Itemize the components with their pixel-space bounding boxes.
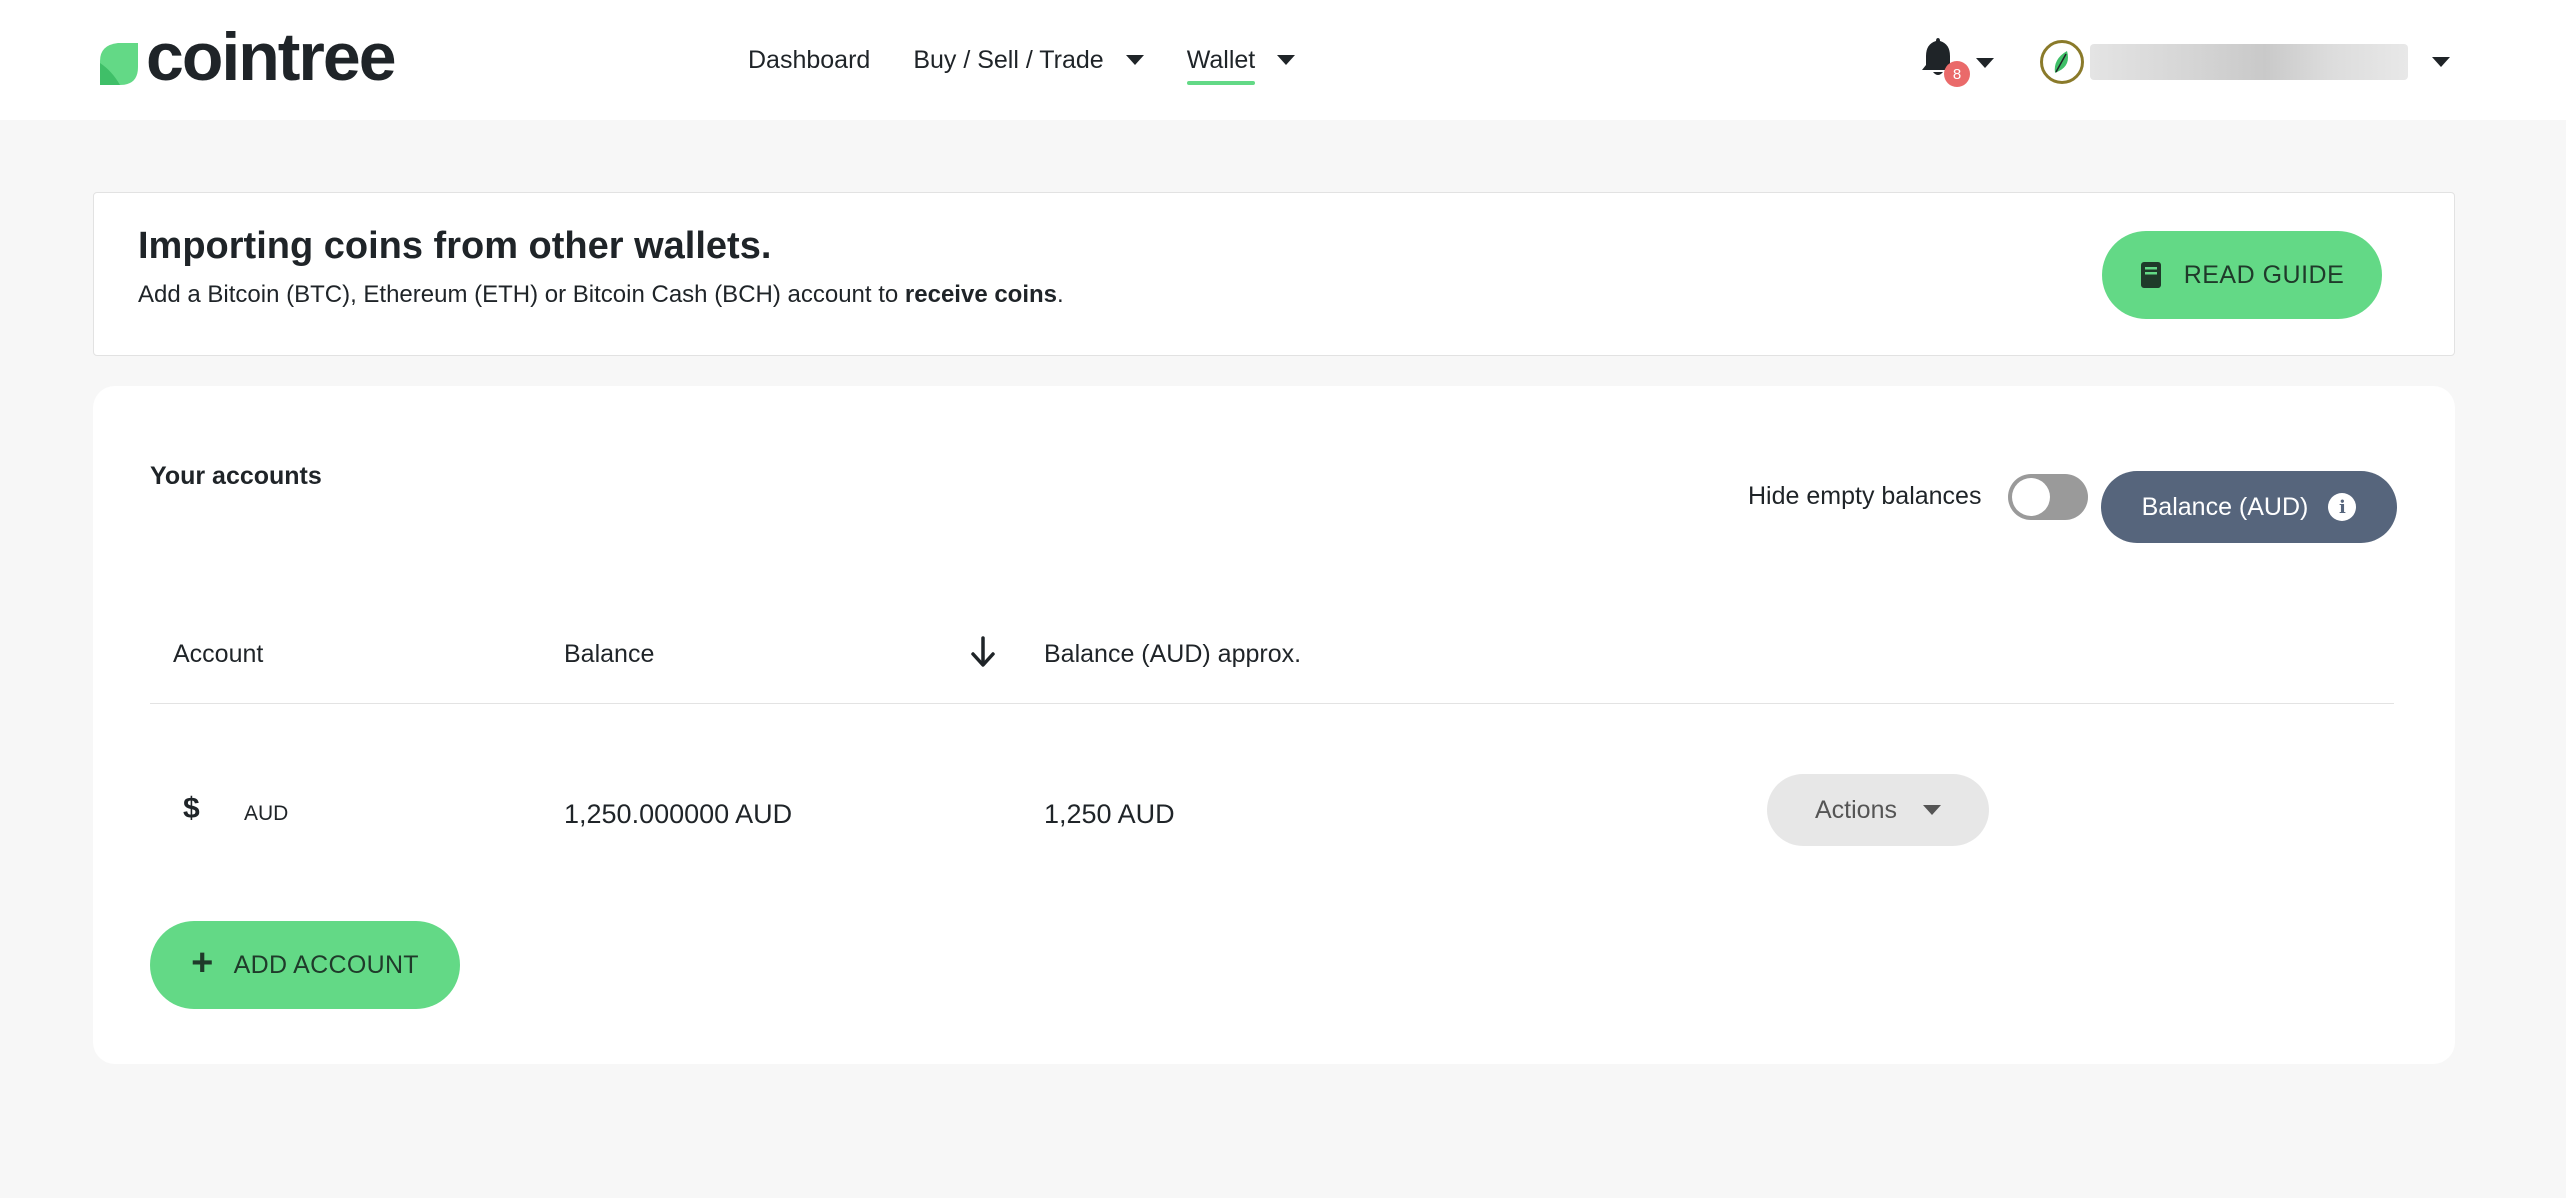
actions-label: Actions bbox=[1815, 795, 1897, 824]
dollar-icon: $ bbox=[183, 792, 200, 825]
chevron-down-icon bbox=[1922, 805, 1941, 815]
leaf-icon bbox=[2054, 51, 2068, 73]
add-account-label: ADD ACCOUNT bbox=[233, 950, 419, 979]
import-coins-banner: Importing coins from other wallets. Add … bbox=[93, 192, 2455, 356]
main-nav: Dashboard Buy / Sell / Trade Wallet bbox=[748, 40, 1296, 85]
account-balance: 1,250.000000 AUD bbox=[564, 799, 793, 829]
cointree-logo[interactable]: cointree bbox=[98, 19, 397, 95]
column-header-balance[interactable]: Balance bbox=[564, 640, 654, 669]
accounts-title: Your accounts bbox=[150, 462, 322, 490]
actions-dropdown-button[interactable]: Actions bbox=[1767, 774, 1989, 846]
banner-title: Importing coins from other wallets. bbox=[138, 225, 772, 267]
plus-icon: + bbox=[191, 942, 214, 984]
nav-wallet[interactable]: Wallet bbox=[1186, 40, 1296, 85]
nav-buy-sell-trade[interactable]: Buy / Sell / Trade bbox=[913, 40, 1144, 80]
user-menu[interactable] bbox=[2040, 40, 2450, 84]
top-navigation-bar: cointree Dashboard Buy / Sell / Trade Wa… bbox=[0, 0, 2566, 120]
balance-currency-button[interactable]: Balance (AUD) i bbox=[2101, 471, 2397, 543]
hide-empty-balances-toggle[interactable] bbox=[2008, 474, 2088, 520]
notification-count-badge: 8 bbox=[1944, 61, 1970, 87]
notifications-menu[interactable]: 8 bbox=[1920, 36, 1994, 87]
chevron-down-icon bbox=[1976, 58, 1994, 68]
read-guide-button[interactable]: READ GUIDE bbox=[2102, 231, 2382, 319]
arrow-down-icon[interactable] bbox=[970, 636, 996, 668]
banner-description: Add a Bitcoin (BTC), Ethereum (ETH) or B… bbox=[138, 281, 1064, 308]
nav-dashboard-label: Dashboard bbox=[748, 45, 871, 74]
hide-empty-balances-label: Hide empty balances bbox=[1748, 482, 1982, 510]
column-header-balance-aud[interactable]: Balance (AUD) approx. bbox=[1044, 640, 1301, 669]
account-balance-aud: 1,250 AUD bbox=[1044, 799, 1175, 829]
table-row: $ AUD 1,250.000000 AUD 1,250 AUD Actions bbox=[93, 704, 2455, 874]
username-redacted bbox=[2090, 44, 2408, 80]
accounts-card: Your accounts Hide empty balances Balanc… bbox=[93, 386, 2455, 1064]
logo-leaf-icon bbox=[100, 43, 138, 85]
chevron-down-icon bbox=[2432, 57, 2450, 67]
info-icon[interactable]: i bbox=[2328, 493, 2357, 521]
chevron-down-icon bbox=[1125, 55, 1144, 65]
read-guide-label: READ GUIDE bbox=[2183, 260, 2345, 289]
column-header-account[interactable]: Account bbox=[173, 640, 263, 669]
logo-wordmark: cointree bbox=[146, 19, 397, 95]
chevron-down-icon bbox=[1277, 55, 1296, 65]
add-account-button[interactable]: + ADD ACCOUNT bbox=[150, 921, 460, 1009]
book-icon bbox=[2140, 262, 2161, 288]
balance-currency-label: Balance (AUD) bbox=[2141, 492, 2309, 521]
avatar bbox=[2040, 40, 2084, 84]
nav-dashboard[interactable]: Dashboard bbox=[748, 40, 870, 80]
toggle-knob bbox=[2012, 478, 2050, 516]
nav-buy-sell-trade-label: Buy / Sell / Trade bbox=[913, 45, 1104, 74]
account-code: AUD bbox=[244, 802, 289, 825]
nav-wallet-label: Wallet bbox=[1186, 45, 1256, 85]
